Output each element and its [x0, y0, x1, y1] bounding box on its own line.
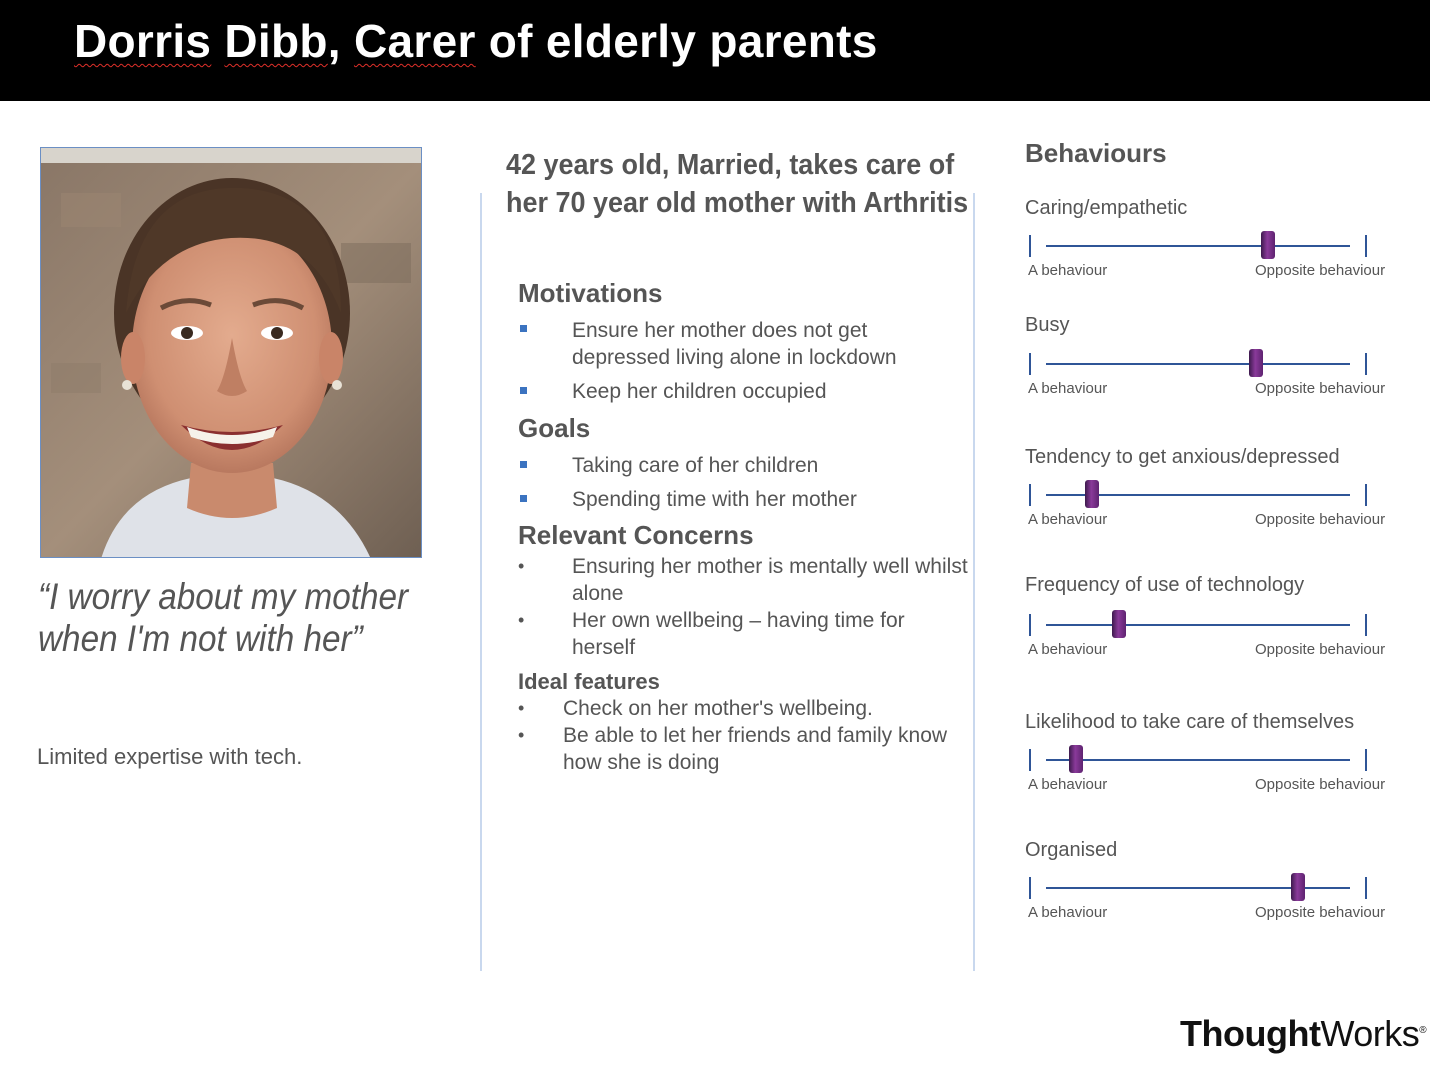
thoughtworks-logo: ThoughtWorks® — [1180, 1013, 1427, 1055]
concern-item-line: alone — [572, 582, 624, 605]
behaviours-heading: Behaviours — [1025, 138, 1167, 168]
behaviour-scale-marker — [1260, 231, 1275, 259]
concern-item-line: Ensuring her mother is mentally well whi… — [572, 555, 968, 578]
concern-item-line: herself — [572, 636, 636, 659]
behaviour-scale-track — [1046, 624, 1350, 626]
persona-summary: 42 years old, Married, takes care of her… — [506, 146, 968, 222]
logo-light-part: Works — [1320, 1013, 1420, 1054]
persona-quote: “I worry about my mother when I'm not wi… — [38, 576, 409, 659]
persona-role-rest: of elderly parents — [488, 15, 878, 67]
scale-left-end-tick — [1029, 614, 1031, 636]
goal-item: Taking care of her children — [572, 454, 819, 477]
column-divider-left — [480, 193, 482, 971]
goals-heading: Goals — [518, 413, 591, 443]
scale-left-end-tick — [1029, 749, 1031, 771]
bullet-square-icon — [520, 325, 527, 332]
bullet-dot-icon: • — [518, 698, 525, 718]
scale-left-label: A behaviour — [1028, 511, 1108, 528]
bullet-square-icon — [520, 495, 527, 502]
motivation-item-line: Ensure her mother does not get — [572, 319, 868, 342]
scale-left-label: A behaviour — [1028, 904, 1108, 921]
bullet-dot-icon: • — [518, 610, 525, 630]
scale-right-label: Opposite behaviour — [1255, 776, 1386, 793]
persona-first-name: Dorris — [74, 15, 212, 67]
behaviour-scale-track — [1046, 245, 1350, 247]
scale-left-end-tick — [1029, 235, 1031, 257]
bullet-square-icon — [520, 387, 527, 394]
column-divider-right — [973, 193, 975, 971]
scale-right-end-tick — [1365, 749, 1367, 771]
bullet-square-icon — [520, 461, 527, 468]
scale-left-label: A behaviour — [1028, 641, 1108, 658]
motivation-item: Keep her children occupied — [572, 380, 827, 403]
tech-expertise-note: Limited expertise with tech. — [37, 744, 303, 769]
bullet-dot-icon: • — [518, 725, 525, 745]
scale-left-label: A behaviour — [1028, 776, 1108, 793]
feature-item: Check on her mother's wellbeing. — [563, 697, 873, 720]
photo-top-strip — [41, 148, 421, 163]
behaviour-scale-marker — [1084, 480, 1099, 508]
scale-right-end-tick — [1365, 614, 1367, 636]
goal-item: Spending time with her mother — [572, 488, 857, 511]
behaviour-scale-track — [1046, 759, 1350, 761]
scale-right-end-tick — [1365, 353, 1367, 375]
logo-bold-part: Thought — [1180, 1013, 1321, 1054]
behaviour-label: Organised — [1025, 839, 1118, 861]
motivation-item: Ensure her mother does not get depressed… — [572, 317, 897, 371]
scale-left-end-tick — [1029, 353, 1031, 375]
scale-right-label: Opposite behaviour — [1255, 904, 1386, 921]
scale-right-end-tick — [1365, 877, 1367, 899]
behaviour-label: Tendency to get anxious/depressed — [1025, 446, 1340, 468]
scale-right-end-tick — [1365, 235, 1367, 257]
scale-left-end-tick — [1029, 877, 1031, 899]
persona-role-word: Carer — [353, 15, 476, 67]
feature-item-line: Be able to let her friends and family kn… — [563, 724, 948, 747]
scale-left-label: A behaviour — [1028, 380, 1108, 397]
features-heading: Ideal features — [518, 669, 660, 694]
feature-item: Be able to let her friends and family kn… — [563, 722, 947, 776]
scale-right-label: Opposite behaviour — [1255, 511, 1386, 528]
scale-right-label: Opposite behaviour — [1255, 380, 1386, 397]
summary-line-2: her 70 year old mother with Arthritis — [506, 187, 969, 219]
persona-last-name: Dibb — [224, 15, 328, 67]
behaviour-scale-marker — [1291, 873, 1306, 901]
behaviour-label: Frequency of use of technology — [1025, 574, 1305, 596]
behaviour-label: Likelihood to take care of themselves — [1025, 711, 1355, 733]
bullet-dot-icon: • — [518, 556, 525, 576]
behaviour-scale-track — [1046, 363, 1350, 365]
behaviour-scale-marker — [1069, 745, 1084, 773]
concern-item: Her own wellbeing – having time for hers… — [572, 607, 905, 661]
behaviour-scale-marker — [1111, 610, 1126, 638]
portrait-image — [41, 163, 421, 557]
persona-photo — [40, 147, 422, 558]
scale-right-end-tick — [1365, 484, 1367, 506]
concerns-heading: Relevant Concerns — [518, 520, 754, 550]
feature-item-line: how she is doing — [563, 751, 720, 774]
summary-line-1: 42 years old, Married, takes care of — [506, 149, 955, 181]
scale-right-label: Opposite behaviour — [1255, 641, 1386, 658]
persona-title: Dorris Dibb, Carer of elderly parents — [74, 15, 878, 67]
motivation-item-line: depressed living alone in lockdown — [572, 346, 897, 369]
header-bar: Dorris Dibb, Carer of elderly parents — [0, 0, 1430, 101]
scale-left-end-tick — [1029, 484, 1031, 506]
scale-left-label: A behaviour — [1028, 262, 1108, 279]
behaviour-label: Busy — [1025, 314, 1070, 336]
behaviour-scale-marker — [1248, 349, 1263, 377]
logo-registered-mark: ® — [1419, 1025, 1427, 1036]
scale-right-label: Opposite behaviour — [1255, 262, 1386, 279]
behaviour-label: Caring/empathetic — [1025, 197, 1188, 219]
concern-item: Ensuring her mother is mentally well whi… — [572, 553, 968, 607]
motivations-heading: Motivations — [518, 278, 663, 308]
concern-item-line: Her own wellbeing – having time for — [572, 609, 905, 632]
